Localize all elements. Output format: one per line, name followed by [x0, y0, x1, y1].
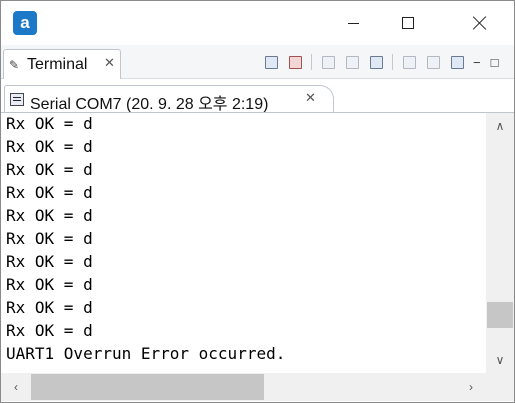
- settings-button[interactable]: [320, 54, 336, 70]
- app-logo-icon: a: [13, 11, 37, 35]
- horizontal-scrollbar[interactable]: ‹ ›: [1, 373, 486, 401]
- tab-serial-com7-close-button[interactable]: ✕: [305, 90, 316, 106]
- terminal-line: Rx OK = d: [6, 275, 93, 294]
- tab-serial-com7[interactable]: Serial COM7 (20. 9. 28 오후 2:19) ✕: [4, 85, 334, 113]
- paste-icon: [426, 55, 440, 69]
- terminal-window: a ✎ Terminal ✕ − □ Serial COM7 (20. 9. 2…: [0, 0, 515, 403]
- scroll-lock-icon: [369, 55, 383, 69]
- view-tab-bar: ✎ Terminal ✕ − □: [1, 45, 514, 79]
- terminal-line: Rx OK = d: [6, 160, 93, 179]
- disconnect-button[interactable]: [287, 54, 303, 70]
- maximize-window-button[interactable]: [385, 1, 431, 45]
- terminal-line: UART1 Overrun Error occurred.: [6, 344, 286, 363]
- terminal-line: Rx OK = d: [6, 298, 93, 317]
- terminal-line: Rx OK = d: [6, 321, 93, 340]
- terminal-line: Rx OK = d: [6, 206, 93, 225]
- close-window-button[interactable]: [457, 1, 503, 45]
- disconnect-icon: [288, 55, 302, 69]
- connect-button[interactable]: [263, 54, 279, 70]
- tab-terminal-label: Terminal: [27, 56, 88, 73]
- tab-serial-com7-label: Serial COM7 (20. 9. 28 오후 2:19): [30, 96, 269, 113]
- terminal-view-icon: ✎: [9, 58, 20, 72]
- clear-button[interactable]: [344, 54, 360, 70]
- editor-tab-bar: Serial COM7 (20. 9. 28 오후 2:19) ✕: [1, 79, 514, 113]
- view-minimize-button[interactable]: −: [473, 55, 481, 70]
- scroll-lock-button[interactable]: [368, 54, 384, 70]
- terminal-line: Rx OK = d: [6, 114, 93, 133]
- terminal-session-icon: [10, 93, 24, 106]
- command-input-icon: [450, 55, 464, 69]
- scroll-up-button[interactable]: ∧: [486, 115, 514, 137]
- paste-button[interactable]: [425, 54, 441, 70]
- minimize-window-button[interactable]: [330, 1, 376, 45]
- scrollbar-corner: [486, 373, 514, 401]
- terminal-output[interactable]: Rx OK = d Rx OK = d Rx OK = d Rx OK = d …: [1, 113, 486, 373]
- settings-icon: [321, 55, 335, 69]
- command-input-button[interactable]: [449, 54, 465, 70]
- terminal-line: Rx OK = d: [6, 252, 93, 271]
- clear-icon: [345, 55, 359, 69]
- copy-icon: [402, 55, 416, 69]
- tab-terminal-close-button[interactable]: ✕: [104, 55, 115, 71]
- scroll-down-button[interactable]: ∨: [486, 349, 514, 371]
- toolbar-separator: [311, 54, 312, 70]
- scroll-right-button[interactable]: ›: [458, 373, 484, 401]
- vertical-scroll-thumb[interactable]: [487, 302, 513, 328]
- connect-icon: [264, 55, 278, 69]
- terminal-line: Rx OK = d: [6, 137, 93, 156]
- scroll-left-button[interactable]: ‹: [3, 373, 29, 401]
- toolbar-separator: [392, 54, 393, 70]
- close-icon: [473, 16, 487, 30]
- horizontal-scroll-thumb[interactable]: [31, 374, 264, 400]
- terminal-line: Rx OK = d: [6, 229, 93, 248]
- maximize-icon: [402, 17, 414, 29]
- title-bar[interactable]: a: [1, 1, 514, 45]
- minimize-icon: [347, 22, 359, 24]
- terminal-line: Rx OK = d: [6, 183, 93, 202]
- copy-button[interactable]: [401, 54, 417, 70]
- vertical-scrollbar[interactable]: ∧ ∨: [486, 113, 514, 373]
- tab-terminal[interactable]: ✎ Terminal ✕: [3, 49, 121, 79]
- view-maximize-button[interactable]: □: [491, 55, 499, 70]
- view-toolbar: − □: [263, 51, 508, 73]
